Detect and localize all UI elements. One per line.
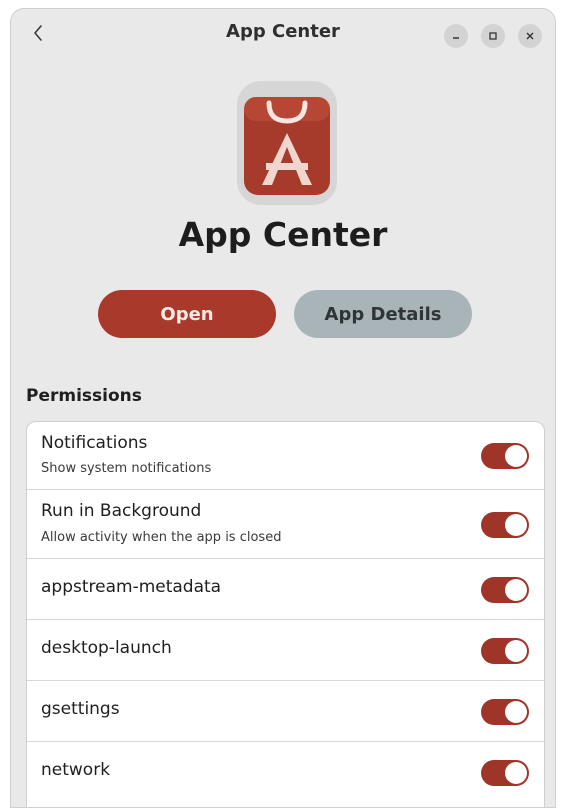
run-in-background-toggle[interactable] [481, 512, 529, 538]
app-window: App Center App Center Open App Details P… [10, 8, 556, 808]
permission-title: Notifications [41, 433, 148, 453]
maximize-button[interactable] [481, 24, 505, 48]
network-toggle[interactable] [481, 760, 529, 786]
toggle-knob [505, 701, 527, 723]
notifications-toggle[interactable] [481, 443, 529, 469]
minimize-button[interactable] [444, 24, 468, 48]
window-title: App Center [226, 21, 340, 42]
close-button[interactable] [518, 24, 542, 48]
permission-title: network [41, 760, 111, 780]
gsettings-toggle[interactable] [481, 699, 529, 725]
permissions-heading: Permissions [26, 386, 142, 406]
permission-row-gsettings: gsettings [27, 681, 544, 742]
minimize-icon [453, 37, 459, 39]
header-bar: App Center [11, 9, 555, 59]
permission-title: desktop-launch [41, 638, 172, 658]
app-details-button[interactable]: App Details [294, 290, 472, 338]
permission-subtitle: Show system notifications [41, 461, 212, 476]
permission-title: gsettings [41, 699, 120, 719]
permission-row-notifications: Notifications Show system notifications [27, 422, 544, 490]
permission-subtitle: Allow activity when the app is closed [41, 530, 282, 545]
permission-title: Run in Background [41, 501, 202, 521]
toggle-knob [505, 514, 527, 536]
app-icon-frame [237, 81, 337, 205]
maximize-icon [489, 32, 497, 40]
permission-row-run-in-background: Run in Background Allow activity when th… [27, 490, 544, 559]
open-button[interactable]: Open [98, 290, 276, 338]
app-name: App Center [178, 215, 388, 254]
appstream-metadata-toggle[interactable] [481, 577, 529, 603]
app-center-icon [244, 97, 330, 195]
toggle-knob [505, 762, 527, 784]
toggle-knob [505, 445, 527, 467]
desktop-launch-toggle[interactable] [481, 638, 529, 664]
close-icon [526, 32, 534, 40]
permission-row-appstream-metadata: appstream-metadata [27, 559, 544, 620]
permission-row-desktop-launch: desktop-launch [27, 620, 544, 681]
permission-title: appstream-metadata [41, 577, 222, 597]
permissions-list: Notifications Show system notifications … [26, 421, 545, 807]
toggle-knob [505, 640, 527, 662]
toggle-knob [505, 579, 527, 601]
